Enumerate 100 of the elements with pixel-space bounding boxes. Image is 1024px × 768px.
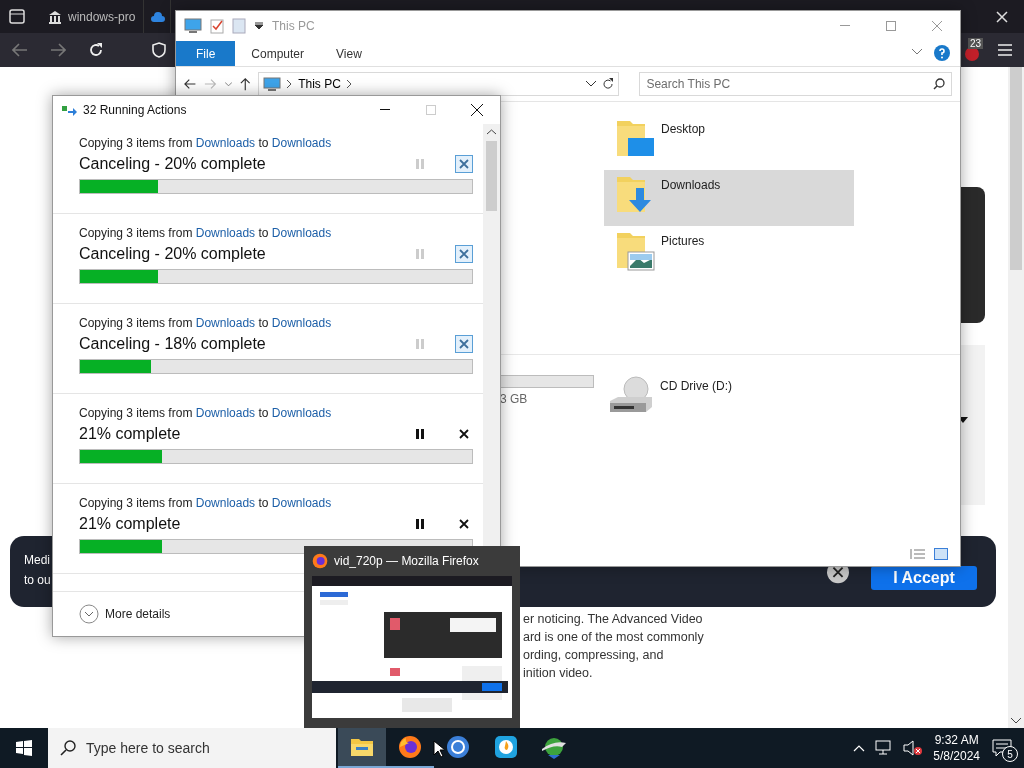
firefox-icon bbox=[398, 735, 422, 759]
close-icon bbox=[459, 159, 469, 169]
menu-icon[interactable] bbox=[998, 44, 1012, 56]
extension-icon[interactable] bbox=[964, 46, 980, 62]
ribbon-tab[interactable]: File bbox=[176, 41, 236, 66]
close-icon bbox=[459, 339, 469, 349]
shield-icon[interactable] bbox=[152, 42, 166, 58]
drive-item[interactable]: CD Drive (D:) bbox=[608, 375, 732, 417]
search-icon bbox=[933, 78, 945, 90]
article-text: inition video. bbox=[523, 665, 594, 682]
destination-link[interactable]: Downloads bbox=[271, 316, 332, 330]
operation-description: Copying 3 items from Downloads to Downloads bbox=[79, 136, 333, 150]
scroll-thumb[interactable] bbox=[486, 141, 497, 211]
globe-arrow-icon bbox=[540, 735, 568, 759]
cloud-icon[interactable] bbox=[150, 10, 167, 23]
scroll-down-icon[interactable] bbox=[1011, 718, 1021, 724]
reload-icon[interactable] bbox=[88, 42, 104, 58]
refresh-icon[interactable] bbox=[602, 78, 615, 90]
preview-title: vid_720p — Mozilla Firefox bbox=[334, 554, 479, 568]
chevron-icon bbox=[287, 80, 293, 88]
customize-dropdown-icon[interactable] bbox=[254, 22, 264, 30]
source-link[interactable]: Downloads bbox=[195, 226, 256, 240]
properties-icon[interactable] bbox=[210, 18, 224, 34]
thumbnail-preview-tooltip[interactable]: vid_720p — Mozilla Firefox bbox=[304, 546, 520, 728]
notification-icon[interactable] bbox=[992, 739, 1012, 757]
destination-link[interactable]: Downloads bbox=[271, 226, 332, 240]
accept-button[interactable]: I Accept bbox=[871, 566, 977, 590]
progress-status: 21% complete bbox=[79, 425, 182, 443]
show-hidden-icon[interactable] bbox=[853, 744, 866, 752]
pause-icon[interactable] bbox=[416, 519, 424, 529]
destination-link[interactable]: Downloads bbox=[271, 496, 332, 510]
operation-description: Copying 3 items from Downloads to Downloads bbox=[79, 496, 333, 510]
firefox-icon bbox=[312, 553, 328, 569]
folder-item[interactable]: Pictures bbox=[604, 226, 854, 282]
back-icon[interactable] bbox=[184, 78, 197, 90]
article-text: ording, compressing, and bbox=[523, 647, 665, 664]
scroll-thumb[interactable] bbox=[1010, 67, 1022, 270]
folder-item[interactable]: Downloads bbox=[604, 170, 854, 226]
forward-icon[interactable] bbox=[50, 43, 66, 57]
network-icon[interactable] bbox=[875, 740, 894, 756]
flame-icon bbox=[494, 735, 518, 759]
drive-size-text: 3 GB bbox=[500, 392, 529, 406]
source-link[interactable]: Downloads bbox=[195, 406, 256, 420]
operation-description: Copying 3 items from Downloads to Downloads bbox=[79, 406, 333, 420]
destination-link[interactable]: Downloads bbox=[271, 406, 332, 420]
large-icons-view-icon[interactable] bbox=[934, 548, 948, 560]
operation-description: Copying 3 items from Downloads to Downloads bbox=[79, 226, 333, 240]
more-details-link[interactable]: More details bbox=[105, 607, 171, 621]
banner-text: to ou bbox=[24, 573, 51, 587]
volume-muted-icon[interactable] bbox=[903, 740, 924, 756]
ribbon-tab[interactable]: Computer bbox=[235, 41, 321, 66]
help-icon[interactable] bbox=[934, 45, 950, 61]
expand-ribbon-icon[interactable] bbox=[912, 49, 922, 55]
computer-icon bbox=[184, 18, 202, 34]
progress-status: 21% complete bbox=[79, 515, 182, 533]
up-icon[interactable] bbox=[239, 77, 251, 91]
expand-icon[interactable] bbox=[79, 604, 99, 624]
browser-icon bbox=[446, 735, 470, 759]
clock-time[interactable]: 9:32 AM bbox=[934, 732, 979, 748]
close-icon bbox=[459, 519, 469, 529]
close-icon bbox=[459, 249, 469, 259]
article-text: er noticing. The Advanced Video bbox=[523, 611, 704, 628]
address-text: This PC bbox=[298, 77, 341, 91]
operation-description: Copying 3 items from Downloads to Downloads bbox=[79, 316, 333, 330]
minimize-icon[interactable] bbox=[380, 109, 390, 111]
banner-text: Medi bbox=[24, 553, 50, 567]
chevron-icon bbox=[346, 80, 352, 88]
pictures-folder-icon bbox=[614, 230, 656, 272]
clock-date[interactable]: 5/8/2024 bbox=[933, 748, 980, 764]
cursor-icon bbox=[433, 740, 444, 758]
destination-link[interactable]: Downloads bbox=[271, 136, 332, 150]
source-link[interactable]: Downloads bbox=[195, 496, 256, 510]
notification-count: 5 bbox=[1002, 746, 1018, 762]
folder-item[interactable]: Desktop bbox=[604, 114, 854, 170]
ribbon-tab[interactable]: View bbox=[320, 41, 378, 66]
scroll-up-icon[interactable] bbox=[487, 129, 496, 135]
maximize-icon[interactable] bbox=[886, 21, 896, 31]
source-link[interactable]: Downloads bbox=[195, 316, 256, 330]
source-link[interactable]: Downloads bbox=[195, 136, 256, 150]
scrollbar[interactable] bbox=[1008, 67, 1024, 728]
search-field[interactable]: Search This PC bbox=[639, 72, 952, 96]
close-icon bbox=[459, 429, 469, 439]
close-icon[interactable] bbox=[471, 104, 483, 116]
dialog-title: 32 Running Actions bbox=[83, 103, 187, 117]
computer-icon bbox=[263, 76, 282, 92]
dropdown-icon[interactable] bbox=[586, 81, 597, 87]
taskbar-search[interactable]: Type here to search bbox=[48, 728, 336, 768]
folder-icon bbox=[350, 737, 374, 757]
progress-status: Canceling - 20% complete bbox=[79, 155, 267, 173]
search-icon bbox=[60, 740, 76, 756]
taskbar-app[interactable] bbox=[338, 728, 386, 768]
pause-icon[interactable] bbox=[416, 429, 424, 439]
extension-badge: 23 bbox=[968, 38, 984, 49]
window-title: This PC bbox=[272, 19, 315, 33]
progress-status: Canceling - 18% complete bbox=[79, 335, 267, 353]
maximize-icon bbox=[426, 105, 436, 115]
bank-icon bbox=[48, 9, 62, 24]
progress-status: Canceling - 20% complete bbox=[79, 245, 267, 263]
article-text: ard is one of the most commonly bbox=[523, 629, 704, 646]
windows-icon[interactable] bbox=[16, 740, 32, 756]
